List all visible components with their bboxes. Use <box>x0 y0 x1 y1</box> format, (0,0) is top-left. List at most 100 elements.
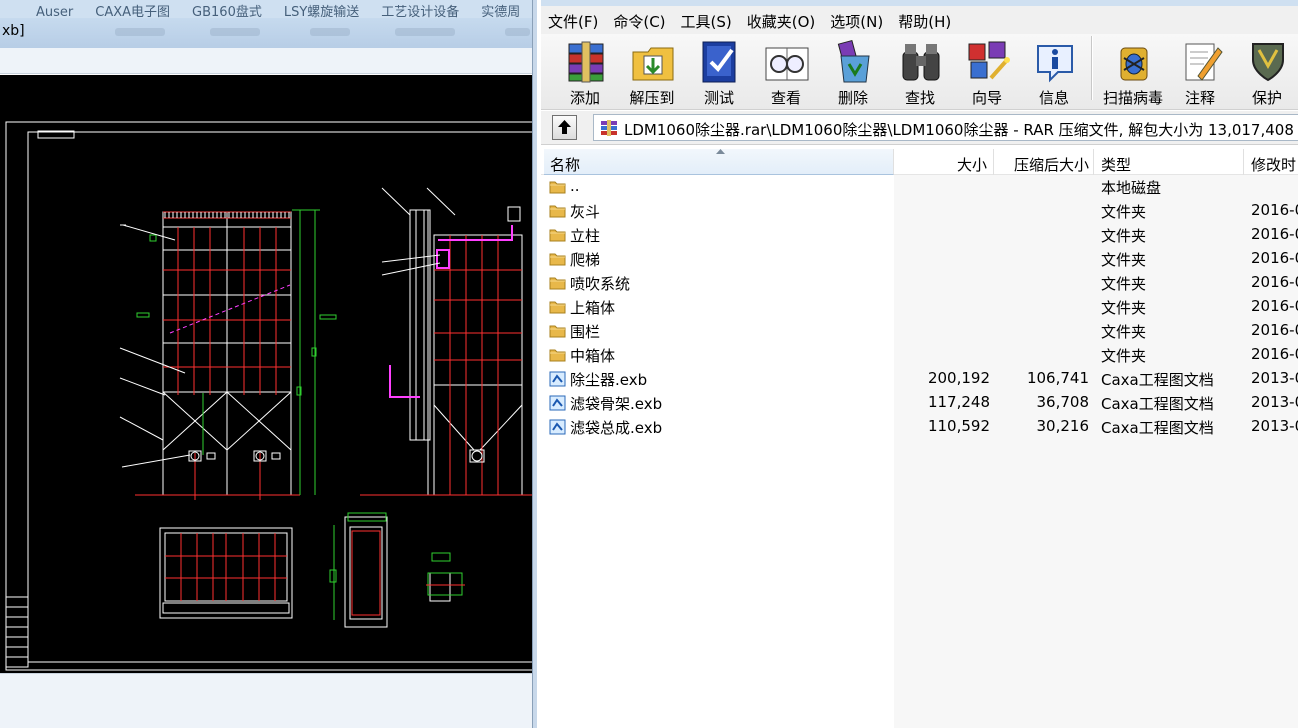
toolbar-add-button[interactable]: 添加 <box>552 36 618 108</box>
scan-virus-icon <box>1120 47 1148 81</box>
file-modified: 2013-0 <box>1251 369 1298 387</box>
sort-ascending-icon <box>716 149 725 154</box>
file-modified: 2016-0 <box>1251 273 1298 291</box>
taskbar-item[interactable]: LSY螺旋输送 <box>284 1 359 18</box>
cad-statusbar <box>0 673 537 728</box>
file-modified: 2013-0 <box>1251 393 1298 411</box>
toolbar-separator <box>1091 36 1093 100</box>
column-packed[interactable]: 压缩后大小 <box>994 149 1094 175</box>
exb-file-icon <box>549 419 566 435</box>
file-name: 上箱体 <box>570 299 616 317</box>
file-size: 200,192 <box>927 369 990 387</box>
view-glasses-icon <box>765 47 809 81</box>
file-name: 中箱体 <box>570 347 616 365</box>
cad-title: xb] <box>2 23 25 39</box>
file-row[interactable]: 喷吹系统 文件夹 2016-0 <box>541 271 1298 295</box>
taskbar-item[interactable]: GB160盘式 <box>192 1 262 18</box>
file-type: 文件夹 <box>1101 323 1147 341</box>
delete-trash-icon <box>837 39 870 83</box>
file-list: 名称 大小 压缩后大小 类型 修改时 ..本地磁盘灰斗文件夹2016-0立柱文件… <box>541 146 1298 728</box>
file-row[interactable]: 滤袋总成.exb 110,592 30,216 Caxa工程图文档 2013-0 <box>541 415 1298 439</box>
menu-help[interactable]: 帮助(H) <box>891 6 959 36</box>
exb-file-icon <box>549 371 566 387</box>
file-name: 滤袋骨架.exb <box>570 395 663 413</box>
folder-icon <box>549 349 566 362</box>
toolbar-extract-button[interactable]: 解压到 <box>619 36 685 108</box>
comment-note-icon <box>1185 43 1223 81</box>
cad-window: Auser CAXA电子图 GB160盘式 LSY螺旋输送 工艺设计设备 实德周 xb] <box>0 0 537 728</box>
file-row[interactable]: 灰斗 文件夹 2016-0 <box>541 199 1298 223</box>
file-row[interactable]: 围栏 文件夹 2016-0 <box>541 319 1298 343</box>
file-name: 除尘器.exb <box>570 371 648 389</box>
file-rows: ..本地磁盘灰斗文件夹2016-0立柱文件夹2016-0爬梯文件夹2016-0喷… <box>541 175 1298 439</box>
window-divider[interactable] <box>532 0 537 728</box>
info-icon <box>1037 45 1073 83</box>
column-modified[interactable]: 修改时 <box>1244 149 1298 175</box>
menu-file[interactable]: 文件(F) <box>541 6 606 36</box>
file-type: 文件夹 <box>1101 299 1147 317</box>
file-row[interactable]: 中箱体 文件夹 2016-0 <box>541 343 1298 367</box>
dust-collector-drawing <box>5 121 532 671</box>
path-field[interactable]: LDM1060除尘器.rar\LDM1060除尘器\LDM1060除尘器 - R… <box>593 114 1298 141</box>
file-name: 滤袋总成.exb <box>570 419 663 437</box>
file-type: 文件夹 <box>1101 251 1147 269</box>
cad-titlebar: xb] <box>0 18 537 48</box>
file-type: 文件夹 <box>1101 275 1147 293</box>
folder-icon <box>549 325 566 338</box>
toolbar-scan-virus-button[interactable]: 扫描病毒 <box>1097 36 1169 108</box>
file-type: Caxa工程图文档 <box>1101 395 1214 413</box>
toolbar-protect-button[interactable]: 保护 <box>1234 36 1298 108</box>
toolbar-view-button[interactable]: 查看 <box>753 36 819 108</box>
toolbar-test-button[interactable]: 测试 <box>686 36 752 108</box>
file-modified: 2013-0 <box>1251 417 1298 435</box>
up-arrow-icon <box>558 120 571 134</box>
file-type: 文件夹 <box>1101 203 1147 221</box>
menu-favorites[interactable]: 收藏夹(O) <box>740 6 824 36</box>
taskbar-item[interactable]: CAXA电子图 <box>95 1 170 18</box>
up-folder-button[interactable] <box>552 115 577 140</box>
taskbar-item[interactable]: 实德周 <box>481 1 520 18</box>
file-row[interactable]: 上箱体 文件夹 2016-0 <box>541 295 1298 319</box>
toolbar-delete-button[interactable]: 删除 <box>820 36 886 108</box>
file-type: 文件夹 <box>1101 227 1147 245</box>
file-row[interactable]: 爬梯 文件夹 2016-0 <box>541 247 1298 271</box>
menu-tools[interactable]: 工具(S) <box>674 6 740 36</box>
file-type: 本地磁盘 <box>1101 179 1162 197</box>
protect-shield-icon <box>1252 43 1284 82</box>
column-size[interactable]: 大小 <box>894 149 994 175</box>
file-row[interactable]: .. 本地磁盘 <box>541 175 1298 199</box>
test-check-icon <box>702 41 736 83</box>
taskbar-item[interactable]: Auser <box>36 5 73 18</box>
file-modified: 2016-0 <box>1251 321 1298 339</box>
find-binoculars-icon <box>902 44 940 81</box>
column-type[interactable]: 类型 <box>1094 149 1244 175</box>
path-bar: LDM1060除尘器.rar\LDM1060除尘器\LDM1060除尘器 - R… <box>541 111 1298 145</box>
file-type: Caxa工程图文档 <box>1101 371 1214 389</box>
file-name: .. <box>570 177 580 195</box>
file-size: 117,248 <box>927 393 990 411</box>
file-modified: 2016-0 <box>1251 201 1298 219</box>
folder-icon <box>549 181 566 194</box>
folder-icon <box>549 205 566 218</box>
file-row[interactable]: 除尘器.exb 200,192 106,741 Caxa工程图文档 2013-0 <box>541 367 1298 391</box>
file-modified: 2016-0 <box>1251 225 1298 243</box>
menu-command[interactable]: 命令(C) <box>606 6 673 36</box>
file-name: 围栏 <box>570 323 601 341</box>
file-type: 文件夹 <box>1101 347 1147 365</box>
toolbar-find-button[interactable]: 查找 <box>887 36 953 108</box>
file-row[interactable]: 立柱 文件夹 2016-0 <box>541 223 1298 247</box>
file-row[interactable]: 滤袋骨架.exb 117,248 36,708 Caxa工程图文档 2013-0 <box>541 391 1298 415</box>
toolbar-info-button[interactable]: 信息 <box>1021 36 1087 108</box>
menu-options[interactable]: 选项(N) <box>823 6 891 36</box>
column-name[interactable]: 名称 <box>544 149 894 175</box>
file-size: 110,592 <box>927 417 990 435</box>
file-packed-size: 36,708 <box>1036 393 1090 411</box>
taskbar-item[interactable]: 工艺设计设备 <box>381 1 459 18</box>
extract-folder-icon <box>632 47 674 81</box>
toolbar-wizard-button[interactable]: 向导 <box>954 36 1020 108</box>
add-books-icon <box>568 41 604 83</box>
wizard-icon <box>968 41 1010 80</box>
cad-drawing-canvas[interactable] <box>0 75 532 673</box>
toolbar-comment-button[interactable]: 注释 <box>1167 36 1233 108</box>
file-name: 爬梯 <box>570 251 601 269</box>
